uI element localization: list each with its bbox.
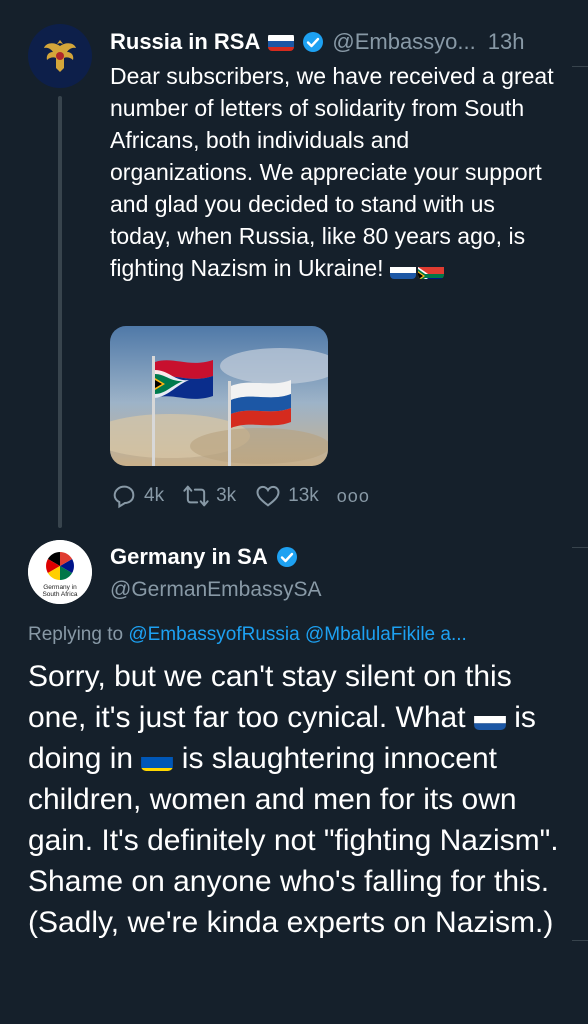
divider (572, 547, 588, 548)
replying-prefix: Replying to (28, 624, 124, 645)
tweet-actions: 4k 3k 13k ooo (110, 482, 370, 510)
like-count: 13k (288, 485, 319, 506)
germany-sa-logo-icon: Germany in South Africa (28, 540, 92, 604)
display-name[interactable]: Russia in RSA (110, 29, 260, 55)
tweet-text-part1: Sorry, but we can't stay silent on this … (28, 660, 512, 734)
heart-icon (256, 485, 280, 507)
display-name[interactable]: Germany in SA (110, 544, 268, 570)
tweet-text: Dear subscribers, we have received a gre… (110, 60, 558, 284)
ukraine-flag-icon (141, 749, 174, 772)
replying-to: Replying to @EmbassyofRussia @MbalulaFik… (28, 624, 467, 646)
flags-photo (110, 326, 328, 466)
avatar[interactable]: Germany in South Africa (28, 540, 92, 604)
tweet-text-content: Dear subscribers, we have received a gre… (110, 63, 554, 281)
replying-mentions-link[interactable]: @EmbassyofRussia @MbalulaFikile a... (128, 624, 466, 645)
timestamp[interactable]: 13h (488, 29, 525, 55)
russia-flag-icon (268, 33, 295, 51)
avatar[interactable] (28, 24, 92, 88)
retweet-icon (183, 485, 209, 507)
tweet-image[interactable] (110, 326, 328, 466)
verified-badge-icon (302, 31, 324, 53)
reply-icon (113, 485, 135, 509)
russia-flag-icon (474, 708, 506, 731)
more-options-button[interactable]: ooo (337, 486, 370, 507)
tweet-text: Sorry, but we can't stay silent on this … (28, 656, 576, 943)
more-icon: ooo (336, 485, 370, 506)
display-name-row: Germany in SA (110, 544, 298, 570)
russia-flag-icon (389, 261, 416, 279)
reply-button[interactable]: 4k (110, 482, 164, 510)
retweet-count: 3k (216, 485, 237, 506)
handle[interactable]: @GermanEmbassySA (110, 578, 322, 602)
eagle-emblem-icon (44, 40, 76, 72)
avatar-text-line1: Germany in (43, 584, 77, 591)
avatar-text-line2: South Africa (42, 591, 77, 598)
south-africa-flag-icon (417, 261, 444, 279)
verified-badge-icon (276, 546, 298, 568)
tweet-header: Russia in RSA @Embassyo... 13h (110, 28, 524, 56)
like-button[interactable]: 13k (254, 482, 319, 510)
retweet-button[interactable]: 3k (182, 482, 236, 510)
divider (572, 66, 588, 67)
handle[interactable]: @Embassyo... (332, 29, 475, 55)
reply-count: 4k (144, 485, 165, 506)
thread-line (58, 96, 62, 528)
